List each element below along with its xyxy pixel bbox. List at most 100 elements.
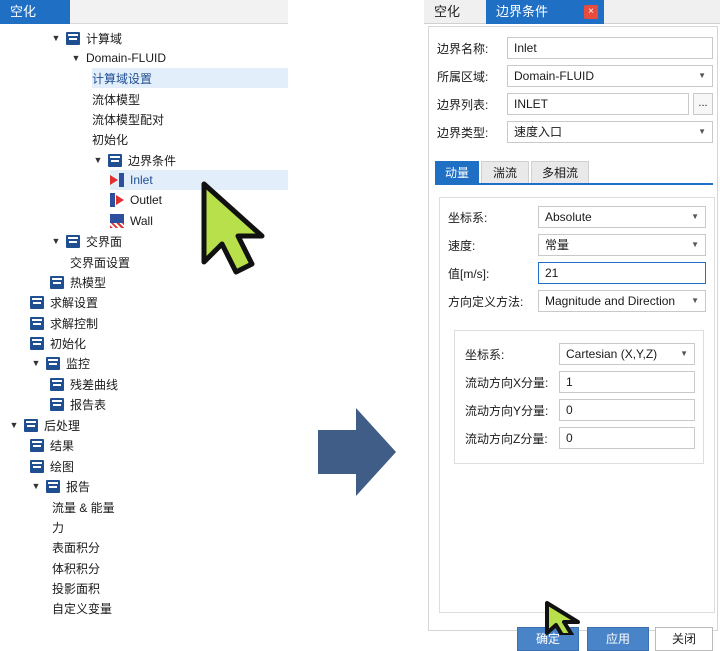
tree-item[interactable]: 流体模型 bbox=[92, 89, 288, 109]
expand-arrow-icon[interactable]: ▼ bbox=[92, 155, 104, 165]
project-tree-panel: 空化 ▼ 计算域 ▼ Domain-FLUID 计算域设置流体模型 流体模型配对初始化 ▼ 边… bbox=[0, 0, 288, 635]
tree-item-label: 热模型 bbox=[70, 275, 107, 290]
dir-coordinate-select[interactable]: Cartesian (X,Y,Z) ▼ bbox=[559, 343, 695, 365]
dir-x-label: 流动方向X分量: bbox=[465, 375, 549, 390]
tree-item[interactable]: 流体模型配对 bbox=[92, 109, 288, 129]
tab-multiphase[interactable]: 多相流 bbox=[531, 161, 589, 183]
chevron-down-icon: ▼ bbox=[691, 240, 699, 249]
tree-item[interactable]: 绘图 bbox=[30, 456, 288, 476]
tree-item[interactable]: 表面积分 bbox=[52, 537, 288, 557]
speed-select[interactable]: 常量 ▼ bbox=[538, 234, 706, 256]
tree-item[interactable]: 初始化 bbox=[30, 333, 288, 353]
boundary-list-row: 边界列表: INLET ... bbox=[437, 93, 713, 115]
tree-item[interactable]: 交界面设置 bbox=[70, 252, 288, 272]
close-icon[interactable]: × bbox=[584, 5, 598, 19]
tree-item[interactable]: 体积积分 bbox=[52, 558, 288, 578]
tree-item-label: 求解控制 bbox=[50, 316, 99, 331]
expand-arrow-icon[interactable]: ▼ bbox=[30, 481, 42, 491]
boundary-name-field[interactable]: Inlet bbox=[507, 37, 713, 59]
expand-arrow-icon[interactable]: ▼ bbox=[50, 33, 62, 43]
coordinate-label: 坐标系: bbox=[448, 210, 488, 225]
tree-item[interactable]: Wall bbox=[110, 211, 288, 231]
folder-icon bbox=[50, 377, 64, 391]
expand-arrow-icon[interactable]: ▼ bbox=[30, 358, 42, 368]
right-arrow-icon bbox=[318, 408, 396, 496]
dir-y-field[interactable]: 0 bbox=[559, 399, 695, 421]
dir-coordinate-value: Cartesian (X,Y,Z) bbox=[566, 347, 658, 361]
tree-item[interactable]: 热模型 bbox=[50, 272, 288, 292]
boundary-list-label: 边界列表: bbox=[437, 97, 489, 112]
tree-item[interactable]: 残差曲线 bbox=[50, 374, 288, 394]
tree-item-label: 初始化 bbox=[92, 132, 129, 147]
tree-item[interactable]: ▼ 监控 bbox=[30, 353, 288, 373]
tree-item[interactable]: ▼ 报告 bbox=[30, 476, 288, 496]
region-select[interactable]: Domain-FLUID ▼ bbox=[507, 65, 713, 87]
dir-y-label: 流动方向Y分量: bbox=[465, 403, 549, 418]
boundary-condition-dialog: 空化 边界条件 × 边界名称: Inlet 所属区域: Domain-FLUID… bbox=[424, 0, 720, 651]
tab-cavitation[interactable]: 空化 bbox=[0, 0, 70, 24]
direction-group: 坐标系: Cartesian (X,Y,Z) ▼ 流动方向X分量: 1 流动方向… bbox=[454, 330, 704, 464]
tree-item-label: 自定义变量 bbox=[52, 601, 113, 616]
tab-turbulence[interactable]: 湍流 bbox=[481, 161, 529, 183]
browse-button[interactable]: ... bbox=[693, 93, 713, 115]
tree-item-label: 报告 bbox=[66, 479, 91, 494]
folder-icon bbox=[46, 356, 60, 370]
coordinate-row: 坐标系: Absolute ▼ bbox=[448, 206, 706, 228]
dialog-tab-bar: 空化 边界条件 × bbox=[424, 0, 720, 24]
tree-item[interactable]: 力 bbox=[52, 517, 288, 537]
tree-item-label: Inlet bbox=[130, 173, 153, 187]
tree-item-label: 边界条件 bbox=[128, 153, 177, 168]
tree-item-label: 结果 bbox=[50, 438, 75, 453]
boundary-type-row: 边界类型: 速度入口 ▼ bbox=[437, 121, 713, 143]
tree-item-label: 后处理 bbox=[44, 418, 81, 433]
tree-item[interactable]: 自定义变量 bbox=[52, 598, 288, 618]
tree-item[interactable]: 结果 bbox=[30, 435, 288, 455]
expand-arrow-icon[interactable]: ▼ bbox=[70, 53, 82, 63]
dialog-body: 边界名称: Inlet 所属区域: Domain-FLUID ▼ 边界列表: I… bbox=[428, 26, 718, 651]
tree-item[interactable]: ▼ 计算域 bbox=[50, 28, 288, 48]
folder-icon bbox=[108, 153, 122, 167]
direction-method-select[interactable]: Magnitude and Direction ▼ bbox=[538, 290, 706, 312]
chevron-down-icon: ▼ bbox=[691, 212, 699, 221]
tree-item[interactable]: 计算域设置 bbox=[92, 68, 288, 88]
tree-item[interactable]: ▼ 边界条件 bbox=[92, 150, 288, 170]
boundary-list-field[interactable]: INLET bbox=[507, 93, 689, 115]
tree-item[interactable]: 求解设置 bbox=[30, 292, 288, 312]
boundary-type-select[interactable]: 速度入口 ▼ bbox=[507, 121, 713, 143]
wall-icon bbox=[110, 214, 124, 228]
tree-item[interactable]: 报告表 bbox=[50, 394, 288, 414]
tree-item[interactable]: 投影面积 bbox=[52, 578, 288, 598]
region-select-value: Domain-FLUID bbox=[514, 69, 595, 83]
tree-item-label: 计算域设置 bbox=[92, 71, 153, 86]
direction-method-row: 方向定义方法: Magnitude and Direction ▼ bbox=[448, 290, 706, 312]
tree-item-label: Wall bbox=[130, 214, 153, 228]
dir-x-field[interactable]: 1 bbox=[559, 371, 695, 393]
tree-item[interactable]: Inlet bbox=[110, 170, 288, 190]
tab-cavitation-dialog[interactable]: 空化 bbox=[424, 0, 486, 24]
tree-item[interactable]: 流量 & 能量 bbox=[52, 497, 288, 517]
folder-icon bbox=[66, 31, 80, 45]
tree-item[interactable]: ▼ 后处理 bbox=[8, 415, 288, 435]
tree-item[interactable]: Outlet bbox=[110, 190, 288, 210]
tree-item[interactable]: ▼ Domain-FLUID bbox=[70, 48, 288, 68]
expand-arrow-icon[interactable]: ▼ bbox=[50, 236, 62, 246]
folder-icon bbox=[46, 479, 60, 493]
folder-icon bbox=[30, 295, 44, 309]
folder-icon bbox=[50, 275, 64, 289]
apply-button[interactable]: 应用 bbox=[587, 627, 649, 651]
velocity-value-field[interactable]: 21 bbox=[538, 262, 706, 284]
coordinate-select[interactable]: Absolute ▼ bbox=[538, 206, 706, 228]
tree-item[interactable]: 初始化 bbox=[92, 129, 288, 149]
tab-boundary-conditions[interactable]: 边界条件 × bbox=[486, 0, 604, 24]
close-button[interactable]: 关闭 bbox=[655, 627, 713, 651]
dir-z-field[interactable]: 0 bbox=[559, 427, 695, 449]
tree-item[interactable]: 求解控制 bbox=[30, 313, 288, 333]
boundary-name-row: 边界名称: Inlet bbox=[437, 37, 713, 59]
dir-x-row: 流动方向X分量: 1 bbox=[465, 371, 695, 393]
ok-button[interactable]: 确定 bbox=[517, 627, 579, 651]
expand-arrow-icon[interactable]: ▼ bbox=[8, 420, 20, 430]
sub-tab-bar: 动量 湍流 多相流 bbox=[435, 161, 713, 185]
direction-method-label: 方向定义方法: bbox=[448, 294, 524, 309]
tree-item[interactable]: ▼ 交界面 bbox=[50, 231, 288, 251]
tab-momentum[interactable]: 动量 bbox=[435, 161, 479, 183]
